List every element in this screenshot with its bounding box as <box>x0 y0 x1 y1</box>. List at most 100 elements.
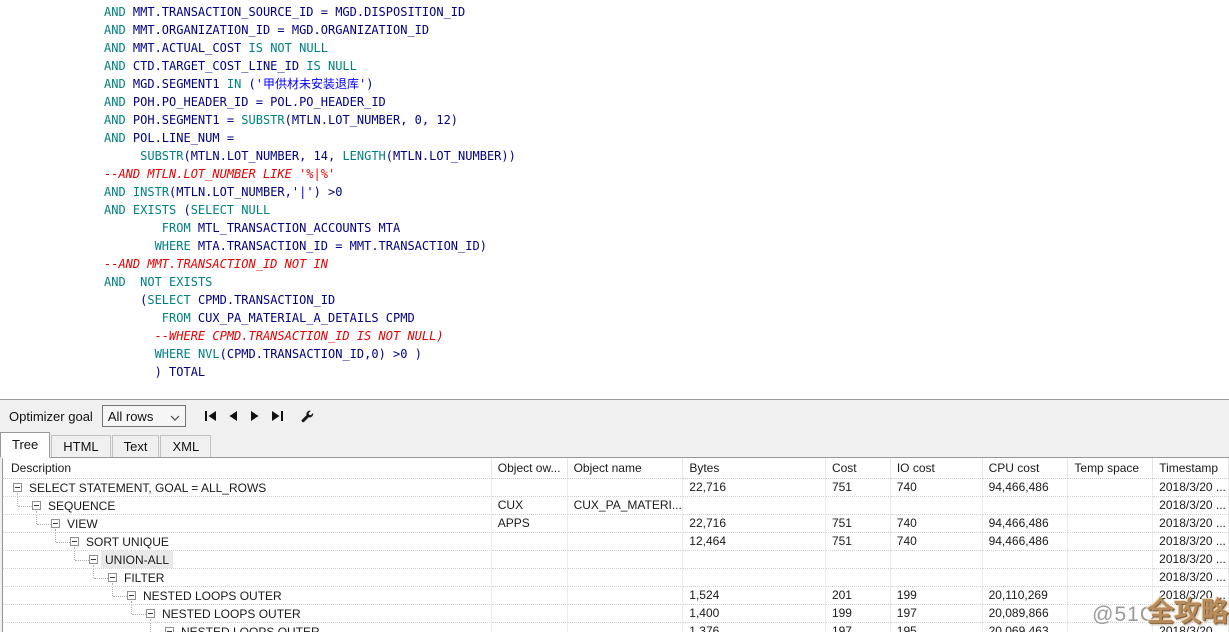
cell-object_name <box>568 623 684 632</box>
go-previous-button[interactable] <box>223 406 243 426</box>
sql-editor[interactable]: AND MMT.TRANSACTION_SOURCE_ID = MGD.DISP… <box>0 0 1229 399</box>
cell-timestamp: 2018/3/20 ... <box>1153 515 1229 533</box>
cell-object_owner: APPS <box>492 515 568 533</box>
tree-line <box>18 506 32 507</box>
collapse-minus-icon[interactable] <box>146 609 155 618</box>
cell-object_owner <box>492 479 568 497</box>
cell-cpu_cost: 20,069,463 <box>983 623 1069 632</box>
column-header[interactable]: Object name <box>568 458 684 479</box>
go-first-button[interactable] <box>201 406 221 426</box>
node-label: NESTED LOOPS OUTER <box>181 623 320 632</box>
cell-io_cost: 740 <box>891 515 983 533</box>
cell-cost: 199 <box>826 605 891 623</box>
cell-object_name: CUX_PA_MATERI... <box>568 497 684 515</box>
cell-temp_space <box>1068 497 1153 515</box>
cell-timestamp: 2018/3/20 ... <box>1153 497 1229 515</box>
cell-temp_space <box>1068 623 1153 632</box>
plan-tree-row[interactable]: NESTED LOOPS OUTER1,52420119920,110,2692… <box>3 587 1229 605</box>
cell-object_name <box>568 551 684 569</box>
sql-code[interactable]: AND MMT.TRANSACTION_SOURCE_ID = MGD.DISP… <box>0 0 1229 381</box>
cell-object_name <box>568 587 684 605</box>
cell-timestamp: 2018/3/20 ... <box>1153 587 1229 605</box>
column-header[interactable]: CPU cost <box>983 458 1069 479</box>
explain-plan-panel: Optimizer goal All rows <box>0 399 1229 632</box>
optimizer-goal-select[interactable]: All rows <box>102 405 186 427</box>
cell-timestamp: 2018/3/20 ... <box>1153 623 1229 632</box>
cell-io_cost: 199 <box>891 587 983 605</box>
settings-button[interactable] <box>298 406 318 426</box>
column-header[interactable]: Cost <box>826 458 891 479</box>
plan-toolbar: Optimizer goal All rows <box>0 400 1229 432</box>
cell-object_owner <box>492 569 568 587</box>
cell-io_cost <box>891 551 983 569</box>
collapse-minus-icon[interactable] <box>127 591 136 600</box>
collapse-minus-icon[interactable] <box>70 537 79 546</box>
cell-cost <box>826 551 891 569</box>
node-label: FILTER <box>124 569 164 587</box>
cell-cpu_cost <box>983 569 1069 587</box>
collapse-minus-icon[interactable] <box>13 483 22 492</box>
cell-bytes: 22,716 <box>683 479 826 497</box>
plan-tree-row[interactable]: SORT UNIQUE12,46475174094,466,4862018/3/… <box>3 533 1229 551</box>
tab-tree[interactable]: Tree <box>0 432 50 458</box>
plan-tree-row[interactable]: UNION-ALL 2018/3/20 ... <box>3 551 1229 569</box>
cell-object_owner: CUX <box>492 497 568 515</box>
column-header[interactable]: Temp space <box>1068 458 1153 479</box>
plan-tree-row[interactable]: VIEWAPPS22,71675174094,466,4862018/3/20 … <box>3 515 1229 533</box>
cell-object_name <box>568 515 684 533</box>
cell-temp_space <box>1068 533 1153 551</box>
tree-line <box>113 596 127 597</box>
collapse-minus-icon[interactable] <box>108 573 117 582</box>
cell-timestamp: 2018/3/20 ... <box>1153 479 1229 497</box>
chevron-down-icon <box>170 409 180 424</box>
go-next-button[interactable] <box>245 406 265 426</box>
node-label: UNION-ALL <box>101 551 173 569</box>
plan-tree-row[interactable]: NESTED LOOPS OUTER1,37619719520,069,4632… <box>3 623 1229 632</box>
cell-cpu_cost <box>983 551 1069 569</box>
grid-header: DescriptionObject ow...Object nameBytesC… <box>3 458 1229 479</box>
cell-io_cost: 740 <box>891 479 983 497</box>
cell-io_cost: 740 <box>891 533 983 551</box>
cell-object_owner <box>492 533 568 551</box>
cell-timestamp: 2018/3/20 ... <box>1153 551 1229 569</box>
column-header[interactable]: Bytes <box>683 458 826 479</box>
tab-text[interactable]: Text <box>112 435 160 457</box>
cell-io_cost: 197 <box>891 605 983 623</box>
first-record-icon <box>204 410 218 422</box>
column-header[interactable]: Object ow... <box>492 458 568 479</box>
plan-tree-row[interactable]: FILTER2018/3/20 ... <box>3 569 1229 587</box>
go-last-button[interactable] <box>267 406 287 426</box>
cell-bytes <box>683 569 826 587</box>
tree-line <box>17 497 18 506</box>
plan-tree-row[interactable]: NESTED LOOPS OUTER1,40019919720,089,866 <box>3 605 1229 623</box>
collapse-minus-icon[interactable] <box>89 555 98 564</box>
cell-object_name <box>568 569 684 587</box>
tab-bar: TreeHTMLTextXML <box>0 432 1229 458</box>
column-header[interactable]: Description <box>3 458 492 479</box>
collapse-minus-icon[interactable] <box>32 501 41 510</box>
tree-line <box>94 578 108 579</box>
cell-bytes: 1,524 <box>683 587 826 605</box>
cell-temp_space <box>1068 515 1153 533</box>
optimizer-goal-label: Optimizer goal <box>9 409 93 424</box>
tab-html[interactable]: HTML <box>51 435 110 457</box>
collapse-minus-icon[interactable] <box>51 519 60 528</box>
cell-timestamp <box>1153 605 1229 623</box>
cell-bytes <box>683 551 826 569</box>
plan-tree-row[interactable]: SEQUENCECUXCUX_PA_MATERI...2018/3/20 ... <box>3 497 1229 515</box>
cell-temp_space <box>1068 479 1153 497</box>
cell-cpu_cost <box>983 497 1069 515</box>
tab-xml[interactable]: XML <box>160 435 211 457</box>
plan-tree-row[interactable]: SELECT STATEMENT, GOAL = ALL_ROWS22,7167… <box>3 479 1229 497</box>
cell-cpu_cost: 94,466,486 <box>983 533 1069 551</box>
tree-line <box>75 560 89 561</box>
column-header[interactable]: Timestamp <box>1153 458 1229 479</box>
tree-line <box>132 614 146 615</box>
column-header[interactable]: IO cost <box>891 458 983 479</box>
node-label: NESTED LOOPS OUTER <box>162 605 301 623</box>
collapse-minus-icon[interactable] <box>165 627 174 632</box>
grid-body: SELECT STATEMENT, GOAL = ALL_ROWS22,7167… <box>3 479 1229 632</box>
cell-object_name <box>568 533 684 551</box>
last-record-icon <box>270 410 284 422</box>
cell-bytes: 22,716 <box>683 515 826 533</box>
